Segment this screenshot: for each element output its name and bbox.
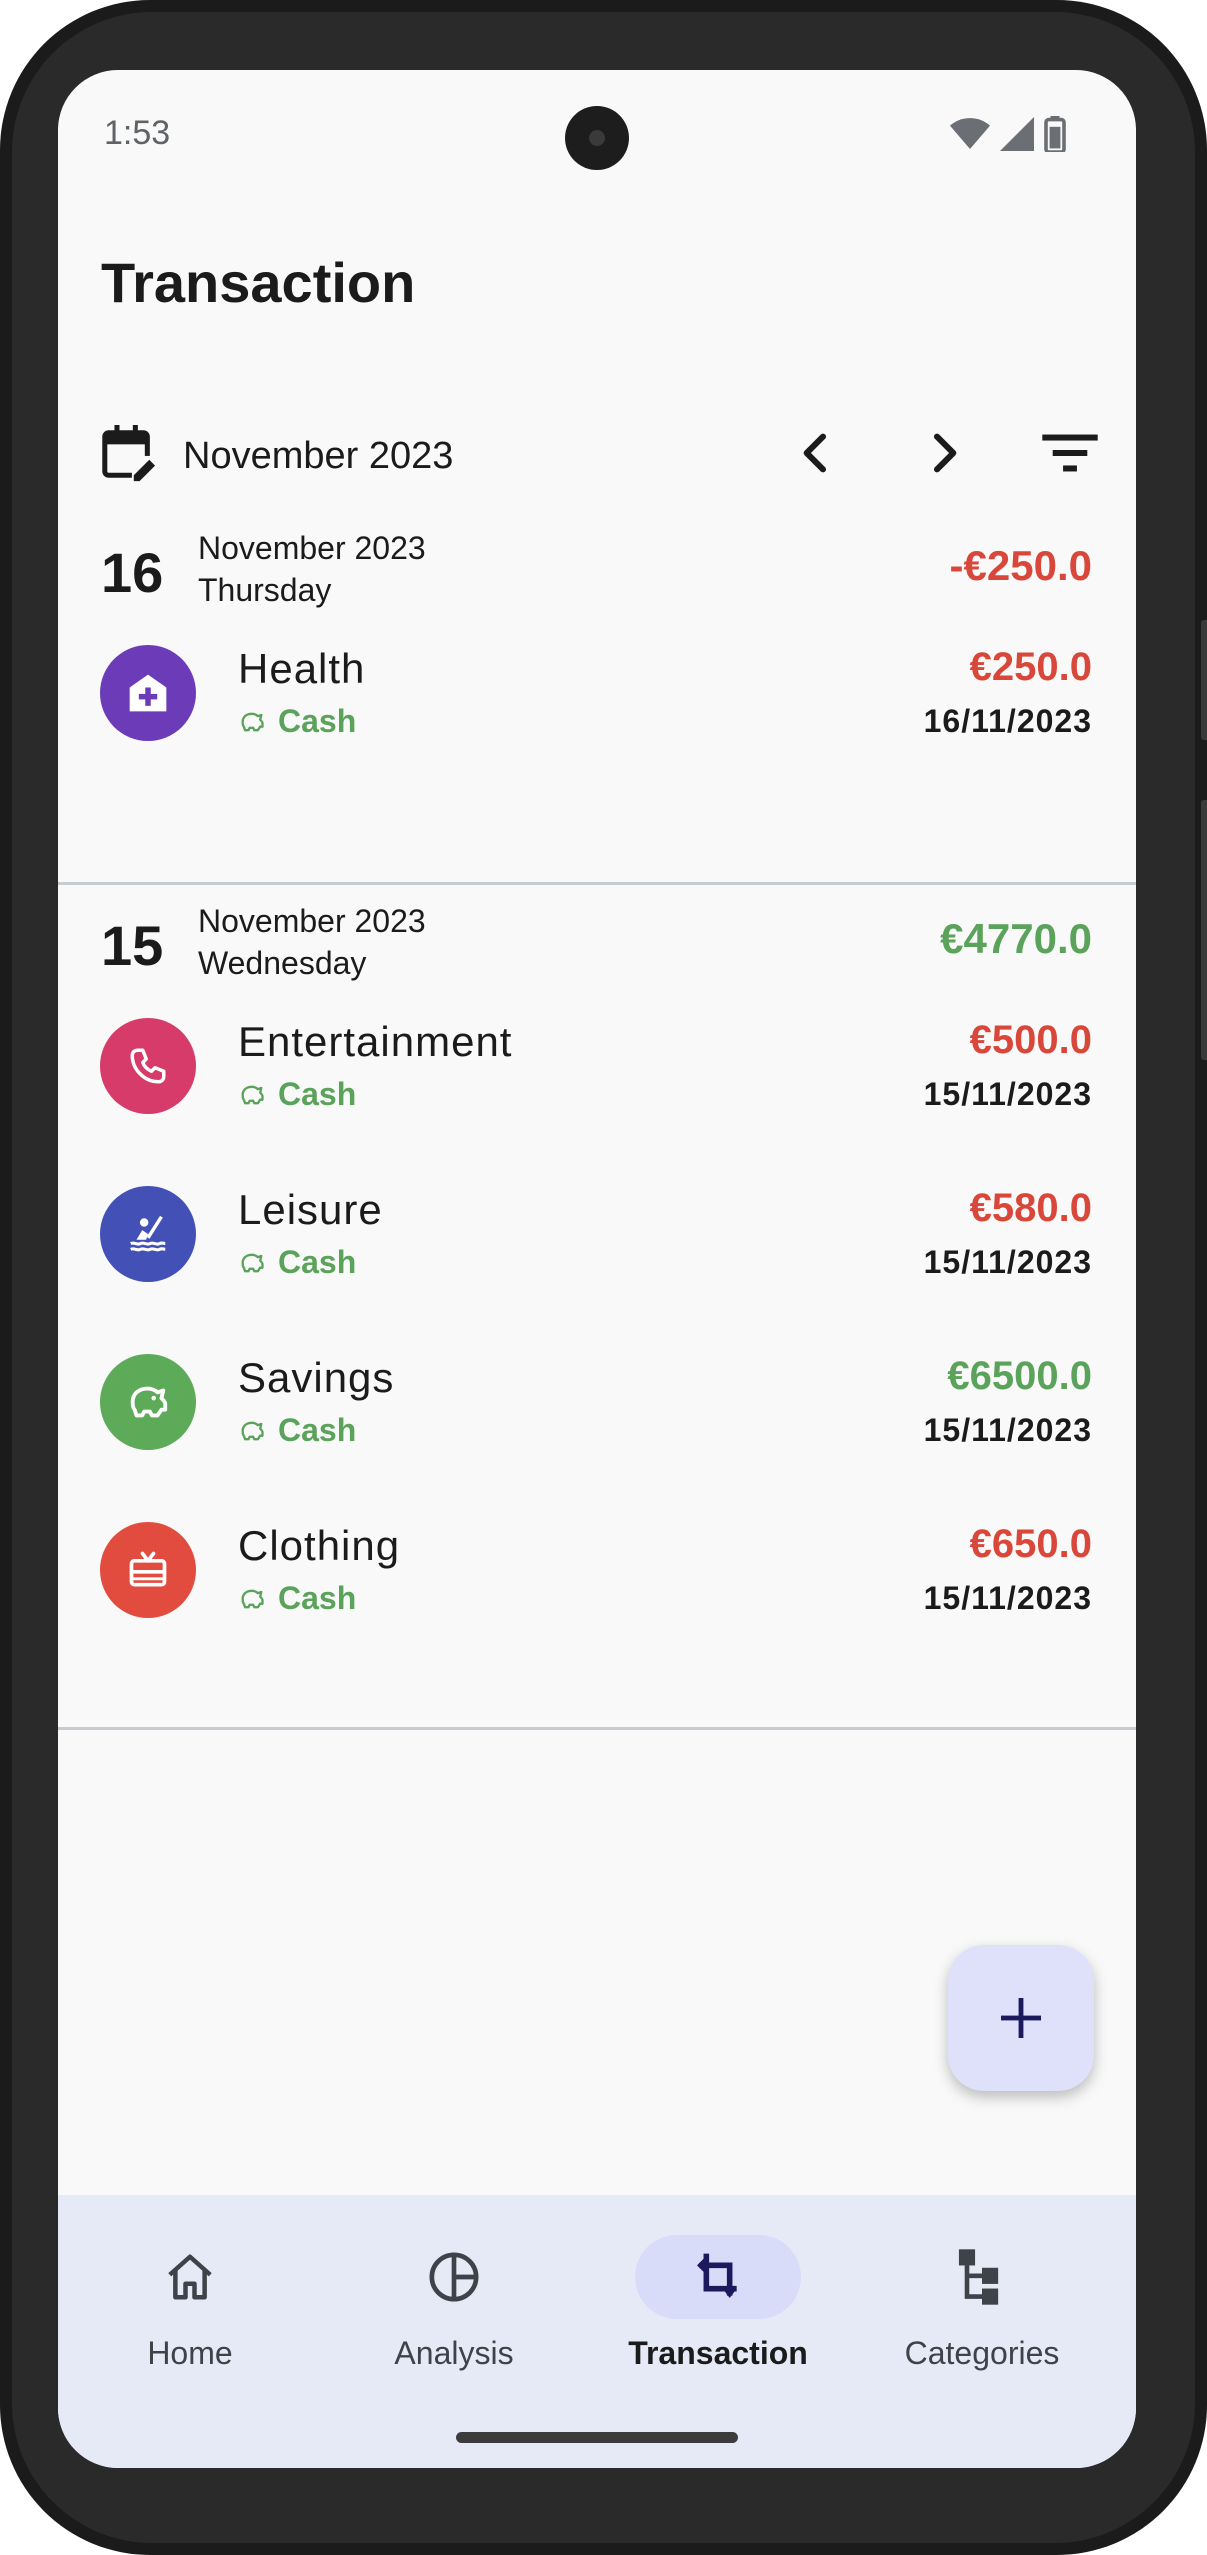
day-month: November 2023 bbox=[198, 530, 426, 566]
transaction-account: Cash bbox=[238, 1244, 356, 1281]
gift-card-icon bbox=[129, 1551, 167, 1587]
transaction-account: Cash bbox=[238, 1076, 356, 1113]
day-weekday: Wednesday bbox=[198, 945, 367, 981]
chevron-right-icon[interactable] bbox=[916, 425, 972, 481]
transaction-category: Health bbox=[238, 645, 366, 692]
volume-button bbox=[1201, 620, 1207, 740]
nav-pill-active bbox=[635, 2235, 801, 2319]
category-avatar bbox=[100, 645, 196, 741]
month-selector: November 2023 bbox=[58, 395, 1136, 510]
app-screen: 1:53 Transaction November 2023 16 Novemb… bbox=[58, 70, 1136, 2468]
transaction-date: 16/11/2023 bbox=[923, 703, 1092, 739]
account-label: Cash bbox=[278, 703, 357, 739]
nav-label: Categories bbox=[904, 2335, 1060, 2371]
nav-item-transaction[interactable]: Transaction bbox=[586, 2235, 850, 2385]
nav-pill bbox=[107, 2235, 273, 2319]
day-total: €4770.0 bbox=[940, 915, 1092, 962]
add-transaction-button[interactable] bbox=[948, 1945, 1094, 2091]
signal-icon bbox=[1000, 117, 1034, 151]
piggy-bank-icon bbox=[130, 1386, 168, 1418]
category-avatar bbox=[100, 1354, 196, 1450]
categories-icon bbox=[958, 2249, 999, 2305]
pie-chart-icon bbox=[429, 2252, 479, 2302]
nav-item-analysis[interactable]: Analysis bbox=[322, 2235, 586, 2385]
transaction-row[interactable]: Health Cash €250.0 16/11/2023 bbox=[58, 627, 1136, 795]
transaction-icon bbox=[697, 2253, 737, 2298]
piggy-bank-icon bbox=[241, 712, 264, 731]
transaction-date: 15/11/2023 bbox=[923, 1580, 1092, 1616]
calendar-edit-icon[interactable] bbox=[100, 425, 156, 483]
day-group: 16 November 2023 Thursday -€250.0 Health… bbox=[58, 512, 1136, 885]
wifi-icon bbox=[950, 118, 990, 149]
front-camera bbox=[565, 106, 629, 170]
account-label: Cash bbox=[278, 1580, 357, 1616]
account-label: Cash bbox=[278, 1244, 357, 1280]
day-header: 15 November 2023 Wednesday €4770.0 bbox=[58, 885, 1136, 1000]
day-header: 16 November 2023 Thursday -€250.0 bbox=[58, 512, 1136, 627]
piggy-bank-icon bbox=[241, 1253, 264, 1272]
transaction-row[interactable]: Clothing Cash €650.0 15/11/2023 bbox=[58, 1504, 1136, 1672]
transaction-amount: €250.0 bbox=[969, 645, 1092, 689]
transaction-category: Clothing bbox=[238, 1522, 401, 1569]
transaction-date: 15/11/2023 bbox=[923, 1076, 1092, 1112]
transaction-row[interactable]: Entertainment Cash €500.0 15/11/2023 bbox=[58, 1000, 1136, 1168]
category-avatar bbox=[100, 1018, 196, 1114]
transaction-amount: €6500.0 bbox=[947, 1354, 1092, 1398]
category-avatar bbox=[100, 1186, 196, 1282]
plus-icon bbox=[1001, 1998, 1041, 2038]
account-label: Cash bbox=[278, 1412, 357, 1448]
health-icon bbox=[129, 674, 167, 712]
phone-icon bbox=[130, 1048, 166, 1084]
transaction-amount: €500.0 bbox=[969, 1018, 1092, 1062]
transaction-amount: €580.0 bbox=[969, 1186, 1092, 1230]
nav-item-categories[interactable]: Categories bbox=[850, 2235, 1114, 2385]
nav-label: Transaction bbox=[628, 2335, 808, 2371]
kayak-icon bbox=[130, 1215, 166, 1252]
transaction-account: Cash bbox=[238, 1412, 356, 1449]
status-icons bbox=[950, 116, 1066, 152]
piggy-bank-icon bbox=[241, 1589, 264, 1608]
transaction-row[interactable]: Leisure Cash €580.0 15/11/2023 bbox=[58, 1168, 1136, 1336]
category-avatar bbox=[100, 1522, 196, 1618]
transaction-date: 15/11/2023 bbox=[923, 1412, 1092, 1448]
transaction-amount: €650.0 bbox=[969, 1522, 1092, 1566]
transaction-account: Cash bbox=[238, 703, 356, 740]
day-total: -€250.0 bbox=[949, 542, 1092, 589]
home-indicator[interactable] bbox=[456, 2432, 738, 2443]
status-time: 1:53 bbox=[104, 114, 171, 152]
nav-pill bbox=[899, 2235, 1065, 2319]
transaction-row[interactable]: Savings Cash €6500.0 15/11/2023 bbox=[58, 1336, 1136, 1504]
piggy-bank-icon bbox=[241, 1421, 264, 1440]
power-button bbox=[1201, 800, 1207, 1060]
nav-label: Home bbox=[147, 2335, 233, 2371]
day-month: November 2023 bbox=[198, 903, 426, 939]
bottom-navigation: Home Analysis Transaction Categories bbox=[58, 2195, 1136, 2468]
nav-pill bbox=[371, 2235, 537, 2319]
status-bar: 1:53 bbox=[58, 70, 1136, 200]
day-number: 15 bbox=[101, 914, 164, 977]
battery-icon bbox=[1044, 116, 1066, 152]
month-label[interactable]: November 2023 bbox=[183, 435, 453, 478]
day-weekday: Thursday bbox=[198, 572, 332, 608]
transaction-account: Cash bbox=[238, 1580, 356, 1617]
transaction-category: Savings bbox=[238, 1354, 395, 1401]
transaction-date: 15/11/2023 bbox=[923, 1244, 1092, 1280]
chevron-left-icon[interactable] bbox=[788, 425, 844, 481]
piggy-bank-icon bbox=[241, 1085, 264, 1104]
transaction-category: Leisure bbox=[238, 1186, 383, 1233]
nav-label: Analysis bbox=[394, 2335, 514, 2371]
nav-item-home[interactable]: Home bbox=[58, 2235, 322, 2385]
day-number: 16 bbox=[101, 541, 164, 604]
day-group: 15 November 2023 Wednesday €4770.0 Enter… bbox=[58, 885, 1136, 1730]
account-label: Cash bbox=[278, 1076, 357, 1112]
filter-icon[interactable] bbox=[1040, 425, 1100, 481]
page-title: Transaction bbox=[101, 251, 416, 314]
home-icon bbox=[168, 2254, 212, 2300]
transaction-category: Entertainment bbox=[238, 1018, 513, 1065]
